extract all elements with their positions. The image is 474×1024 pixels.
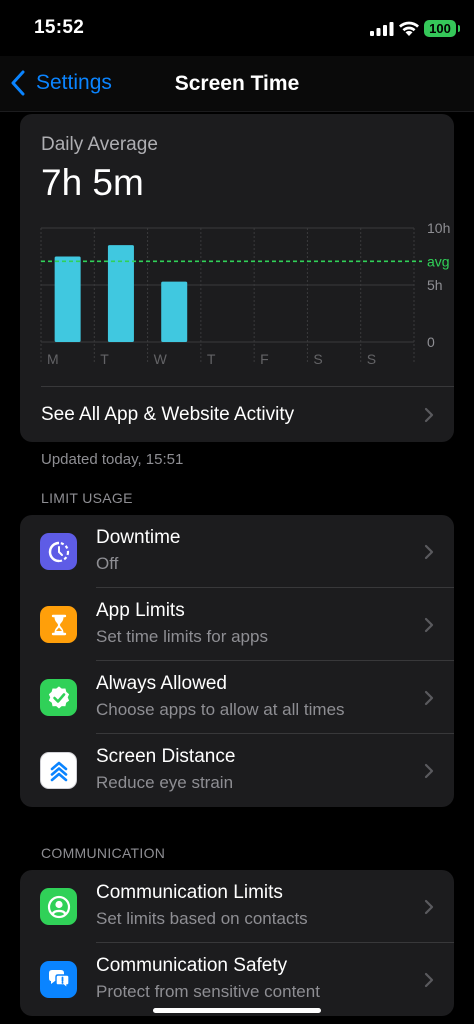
x-tick-label: F [260,351,269,367]
person-circle-icon [40,888,77,925]
status-time: 15:52 [34,17,85,38]
bar-t-1 [107,245,134,342]
chat-bubble-icon [40,961,77,998]
limit-usage-header: LIMIT USAGE [41,490,133,506]
average-label: avg [427,253,450,269]
row-title: Always Allowed [96,673,227,694]
hourglass-icon [40,606,77,643]
bar-m-0 [54,256,81,342]
battery-icon: 100 [424,20,460,37]
row-title: App Limits [96,600,185,621]
row-title: Communication Safety [96,955,288,976]
see-all-activity-label: See All App & Website Activity [41,404,295,425]
navigation-bar: Settings Screen Time [0,56,474,112]
status-bar: 15:52 100 [0,0,474,56]
row-subtitle: Reduce eye strain [96,773,234,792]
chevron-right-icon [424,544,434,560]
checkmark-seal-icon-glyph [48,685,69,708]
x-tick-label: W [154,351,168,367]
usage-bar-chart[interactable]: 10h 5h 0 avg M T W T F S S [20,214,454,374]
checkmark-seal-icon [40,679,77,716]
hourglass-icon-glyph [51,614,66,635]
row-subtitle: Set time limits for apps [96,627,268,646]
row-title: Downtime [96,527,181,548]
chevron-right-icon [424,617,434,633]
daily-average-card: Daily Average 7h 5m 10h 5h 0 avg M T W T F S S See… [20,114,454,442]
x-tick-label: S [313,351,322,367]
communication-list: Communication Limits Set limits based on … [20,870,454,1016]
row-subtitle: Off [96,554,119,573]
row-always-allowed[interactable]: Always Allowed Choose apps to allow at al… [20,661,454,734]
battery-level: 100 [429,21,451,36]
chat-bubble-icon-glyph [48,969,70,990]
page-title: Screen Time [174,72,300,95]
bar-w-2 [161,281,188,342]
x-tick-label: T [207,351,216,367]
daily-average-value: 7h 5m [41,162,144,203]
daily-average-label: Daily Average [41,134,158,155]
y-tick-label: 0 [427,334,435,350]
row-communication-safety[interactable]: Communication Safety Protect from sensiti… [20,943,454,1016]
home-indicator[interactable] [153,1008,321,1013]
cellular-signal-icon [370,22,394,36]
x-tick-label: S [367,351,376,367]
x-tick-label: T [100,351,109,367]
chevron-right-icon [424,407,434,423]
chevrons-up-icon [40,752,77,789]
row-screen-distance[interactable]: Screen Distance Reduce eye strain [20,734,454,807]
updated-timestamp: Updated today, 15:51 [41,451,184,468]
row-subtitle: Set limits based on contacts [96,909,308,928]
y-tick-label: 5h [427,277,443,293]
row-title: Communication Limits [96,882,283,903]
y-tick-label: 10h [427,220,450,236]
chevron-right-icon [424,972,434,988]
downtime-icon-glyph [48,541,69,562]
x-tick-label: M [47,351,59,367]
chevrons-up-icon-glyph [50,761,67,781]
see-all-activity-row[interactable]: See All App & Website Activity [41,386,454,442]
row-subtitle: Choose apps to allow at all times [96,700,345,719]
person-circle-icon-glyph [47,895,70,918]
communication-header: COMMUNICATION [41,845,166,861]
limit-usage-list: Downtime Off App Limits Set time limits for… [20,515,454,807]
row-app-limits[interactable]: App Limits Set time limits for apps [20,588,454,661]
chevron-right-icon [424,763,434,779]
row-downtime[interactable]: Downtime Off [20,515,454,588]
chevron-right-icon [424,899,434,915]
chevron-right-icon [424,690,434,706]
row-communication-limits[interactable]: Communication Limits Set limits based on … [20,870,454,943]
row-title: Screen Distance [96,746,236,767]
downtime-icon [40,533,77,570]
wifi-icon [399,21,419,36]
row-subtitle: Protect from sensitive content [96,982,320,1001]
